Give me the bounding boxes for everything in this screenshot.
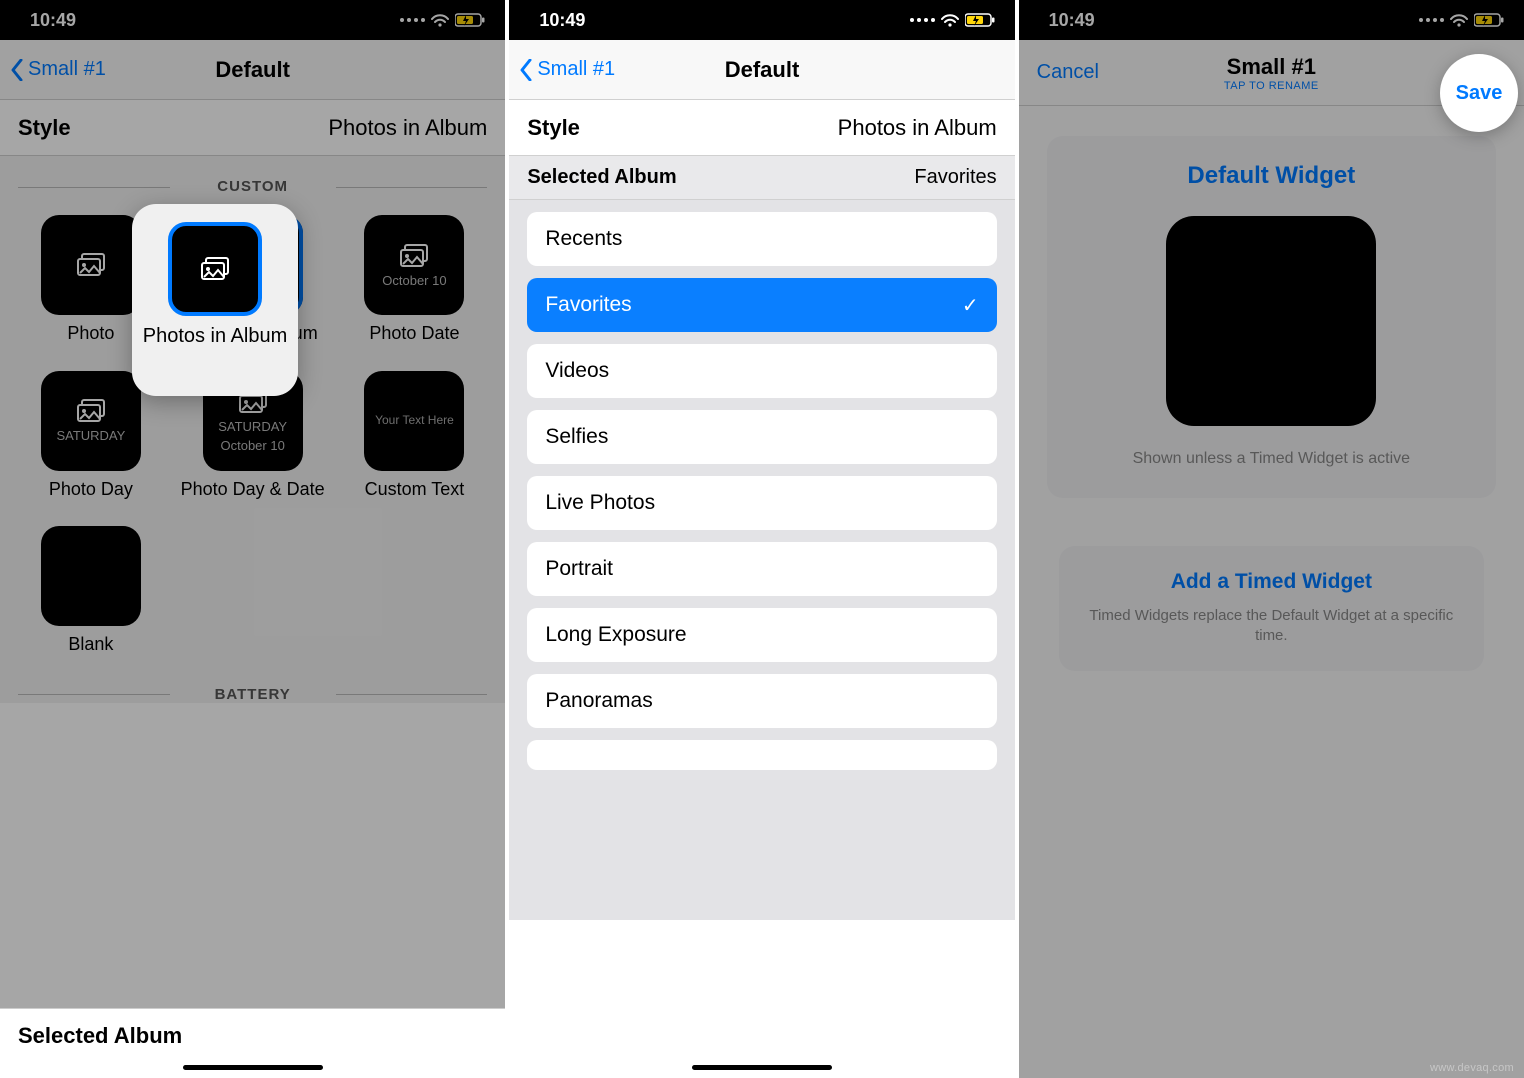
wifi-icon: [431, 13, 449, 27]
album-item-videos[interactable]: Videos: [527, 344, 996, 398]
style-row[interactable]: Style Photos in Album: [0, 100, 505, 156]
cellular-icon: [1419, 18, 1444, 22]
status-bar: 10:49: [509, 0, 1014, 40]
status-bar: 10:49: [1019, 0, 1524, 40]
default-widget-note: Shown unless a Timed Widget is active: [1067, 450, 1476, 468]
highlight-photos-in-album: Photos in Album: [132, 204, 298, 396]
wifi-icon: [1450, 13, 1468, 27]
tile-label: Blank: [68, 634, 113, 656]
album-list[interactable]: Recents Favorites✓ Videos Selfies Live P…: [509, 200, 1014, 920]
save-button-highlight[interactable]: Save: [1456, 82, 1503, 105]
watermark: www.devaq.com: [1430, 1062, 1514, 1074]
selected-album-label: Selected Album: [18, 1023, 487, 1049]
album-item-portrait[interactable]: Portrait: [527, 542, 996, 596]
cellular-icon: [910, 18, 935, 22]
selected-album-row[interactable]: Selected Album Favorites: [509, 156, 1014, 200]
timed-note: Timed Widgets replace the Default Widget…: [1079, 606, 1464, 647]
home-indicator[interactable]: [183, 1065, 323, 1070]
default-widget-title: Default Widget: [1067, 162, 1476, 190]
tile-label: Photo Date: [369, 323, 459, 345]
selected-album-label: Selected Album: [527, 166, 676, 189]
battery-charging-icon: [455, 12, 485, 28]
status-icons: [400, 12, 485, 28]
tile-label: Photo: [67, 323, 114, 345]
album-item-favorites[interactable]: Favorites✓: [527, 278, 996, 332]
home-indicator[interactable]: [692, 1065, 832, 1070]
section-header-custom: CUSTOM: [0, 178, 505, 195]
highlight-label: Photos in Album: [143, 324, 288, 348]
page-title: Small #1: [1224, 54, 1319, 80]
style-label: Style: [527, 115, 580, 141]
timed-title: Add a Timed Widget: [1079, 570, 1464, 594]
battery-charging-icon: [1474, 12, 1504, 28]
album-item-recents[interactable]: Recents: [527, 212, 996, 266]
phone-screen-3: 10:49 Cancel Small #1 TAP TO RENAME Save…: [1019, 0, 1524, 1078]
style-label: Style: [18, 115, 71, 141]
style-row[interactable]: Style Photos in Album: [509, 100, 1014, 156]
widget-preview: [1166, 216, 1376, 426]
checkmark-icon: ✓: [962, 293, 979, 318]
section-header-battery: BATTERY: [0, 686, 505, 703]
cellular-icon: [400, 18, 425, 22]
phone-screen-1: 10:49 Small #1 Default Style Photos in A…: [0, 0, 505, 1078]
photos-icon: [200, 256, 230, 282]
tile-label: Custom Text: [365, 479, 465, 501]
cancel-button[interactable]: Cancel: [1037, 61, 1099, 84]
photos-icon: [76, 252, 106, 278]
album-item-panoramas[interactable]: Panoramas: [527, 674, 996, 728]
style-value: Photos in Album: [328, 115, 487, 141]
status-time: 10:49: [539, 10, 585, 31]
album-item-long-exposure[interactable]: Long Exposure: [527, 608, 996, 662]
style-value: Photos in Album: [838, 115, 997, 141]
phone-screen-2: 10:49 Small #1 Default Style Photos in A…: [509, 0, 1014, 1078]
status-time: 10:49: [1049, 10, 1095, 31]
photos-icon: [399, 243, 429, 269]
status-bar: 10:49: [0, 0, 505, 40]
nav-bar: Small #1 Default: [509, 40, 1014, 100]
album-item-more[interactable]: [527, 740, 996, 770]
page-title: Default: [215, 57, 290, 83]
battery-charging-icon: [965, 12, 995, 28]
nav-bar: Small #1 Default: [0, 40, 505, 100]
tile-label: Photo Day & Date: [181, 479, 325, 501]
grid-item-photo-date[interactable]: October 10 Photo Date: [334, 207, 496, 363]
photos-icon: [1241, 295, 1301, 347]
album-item-live-photos[interactable]: Live Photos: [527, 476, 996, 530]
add-timed-widget-card[interactable]: Add a Timed Widget Timed Widgets replace…: [1059, 546, 1484, 671]
page-title: Default: [725, 57, 800, 83]
content-area: Default Widget Shown unless a Timed Widg…: [1019, 106, 1524, 1078]
photos-icon: [76, 398, 106, 424]
chevron-left-icon: [519, 59, 533, 81]
back-button[interactable]: Small #1: [519, 58, 615, 81]
highlight-save: Save: [1440, 54, 1518, 132]
title-wrap[interactable]: Small #1 TAP TO RENAME: [1224, 54, 1319, 92]
default-widget-card[interactable]: Default Widget Shown unless a Timed Widg…: [1047, 136, 1496, 498]
status-icons: [1419, 12, 1504, 28]
back-label: Small #1: [537, 58, 615, 81]
tile-label: Photo Day: [49, 479, 133, 501]
chevron-left-icon: [10, 59, 24, 81]
back-label: Small #1: [28, 58, 106, 81]
grid-item-custom-text[interactable]: Your Text Here Custom Text: [334, 363, 496, 519]
tap-to-rename: TAP TO RENAME: [1224, 80, 1319, 92]
wifi-icon: [941, 13, 959, 27]
status-icons: [910, 12, 995, 28]
grid-item-blank[interactable]: Blank: [10, 518, 172, 674]
back-button[interactable]: Small #1: [10, 58, 106, 81]
status-time: 10:49: [30, 10, 76, 31]
selected-album-value: Favorites: [914, 166, 996, 189]
album-item-selfies[interactable]: Selfies: [527, 410, 996, 464]
